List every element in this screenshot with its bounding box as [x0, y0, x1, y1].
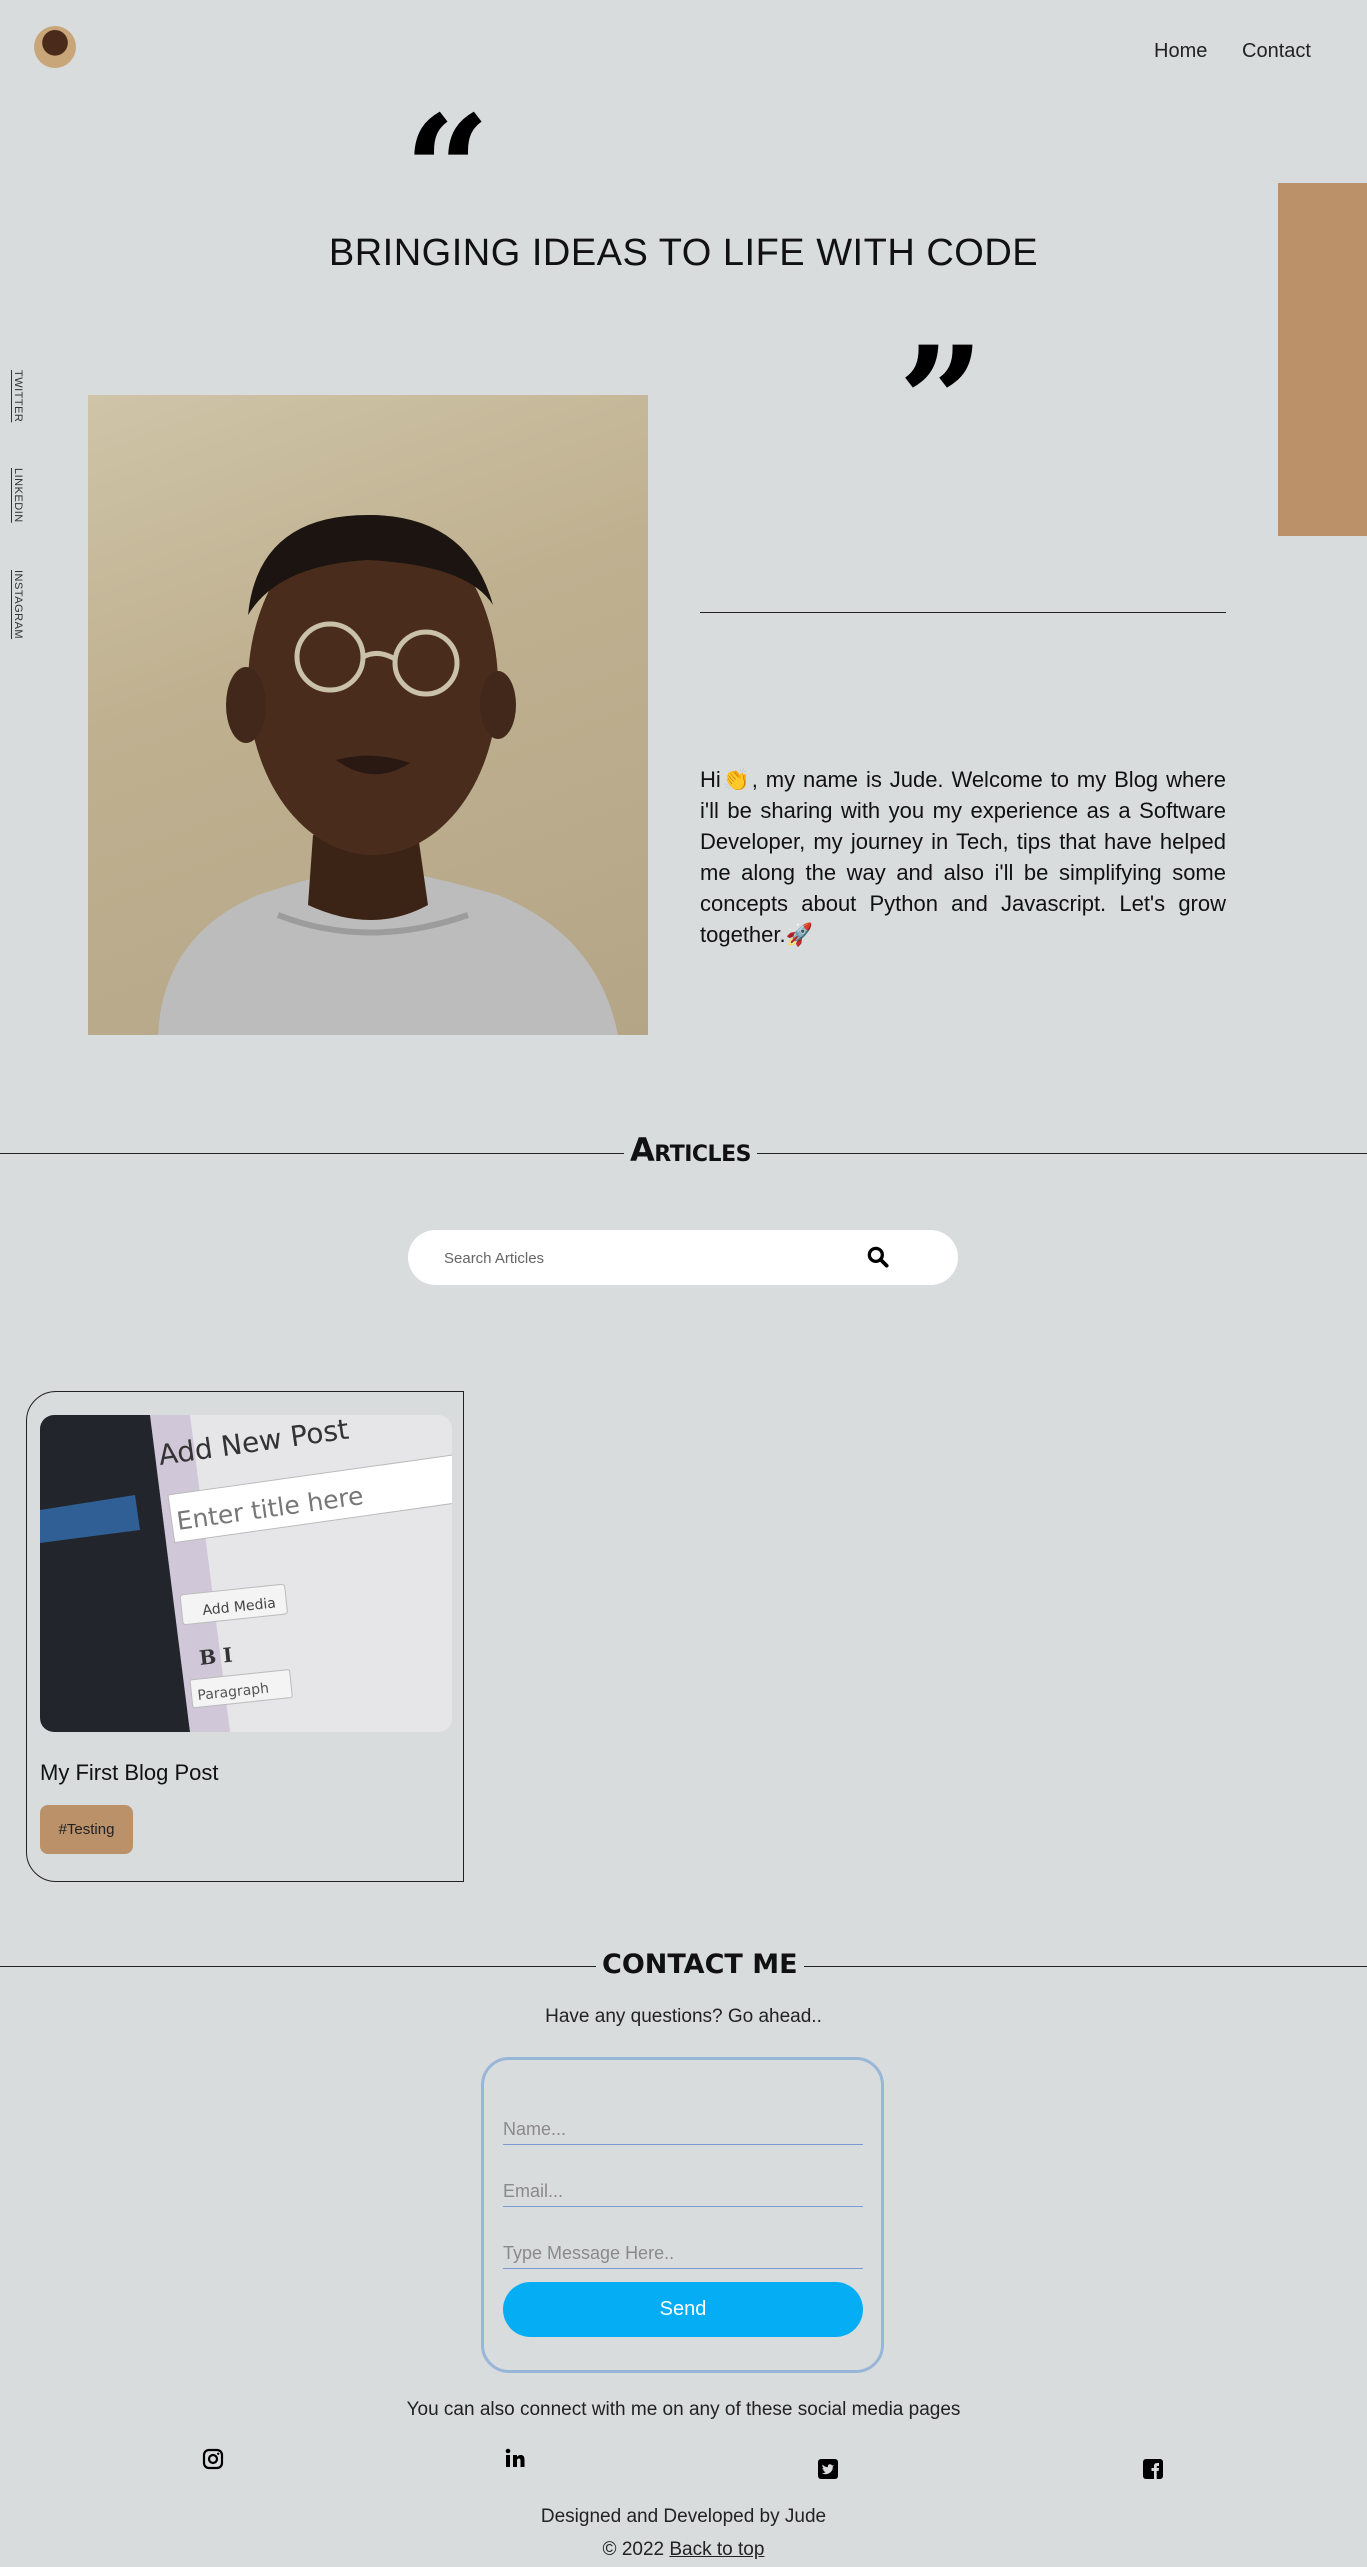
- hero-photo: [88, 395, 648, 1035]
- nav-home-link[interactable]: Home: [1154, 40, 1207, 63]
- close-quote-icon: ”: [898, 314, 985, 490]
- accent-block: [1278, 183, 1367, 536]
- contact-form: Send: [481, 2057, 884, 2373]
- message-field[interactable]: [503, 2238, 863, 2269]
- search-input[interactable]: [442, 1244, 846, 1272]
- side-link-linkedin[interactable]: LINKEDIN: [12, 468, 24, 523]
- articles-title: Articles: [624, 1131, 757, 1169]
- twitter-icon[interactable]: [816, 2457, 840, 2481]
- svg-text:B I: B I: [198, 1643, 234, 1670]
- side-link-twitter[interactable]: TWITTER: [12, 370, 24, 422]
- open-quote-icon: “: [404, 83, 491, 259]
- search-bar: [408, 1230, 958, 1285]
- email-field[interactable]: [503, 2176, 863, 2207]
- send-button[interactable]: Send: [503, 2282, 863, 2337]
- hero-title: BRINGING IDEAS TO LIFE WITH CODE: [328, 232, 1039, 274]
- portrait-illustration: [158, 515, 618, 1035]
- contact-subtitle: Have any questions? Go ahead..: [545, 2006, 822, 2027]
- article-thumbnail[interactable]: Add New Post Enter title here Add Media …: [40, 1415, 452, 1732]
- contact-title: CONTACT ME: [596, 1949, 804, 1980]
- linkedin-icon[interactable]: [503, 2446, 527, 2470]
- back-to-top-link[interactable]: Back to top: [669, 2539, 764, 2560]
- nav-contact-link[interactable]: Contact: [1242, 40, 1311, 63]
- avatar[interactable]: [34, 26, 76, 68]
- article-card[interactable]: Add New Post Enter title here Add Media …: [26, 1391, 464, 1882]
- editor-screenshot-image: Add New Post Enter title here Add Media …: [40, 1415, 452, 1732]
- footer-copyright: © 2022 Back to top: [0, 2539, 1367, 2561]
- article-tag[interactable]: #Testing: [40, 1805, 133, 1854]
- hero-intro-text: Hi👏, my name is Jude. Welcome to my Blog…: [700, 767, 1226, 947]
- side-link-instagram[interactable]: INSTAGRAM: [12, 570, 24, 639]
- instagram-icon[interactable]: [201, 2447, 225, 2471]
- article-title[interactable]: My First Blog Post: [40, 1760, 218, 1786]
- facebook-icon[interactable]: [1141, 2457, 1165, 2481]
- social-text: You can also connect with me on any of t…: [406, 2399, 961, 2420]
- footer-credit: Designed and Developed by Jude: [540, 2506, 827, 2527]
- name-field[interactable]: [503, 2114, 863, 2145]
- hero-divider: [700, 612, 1226, 613]
- search-icon[interactable]: [865, 1244, 891, 1270]
- copyright-text: © 2022: [602, 2539, 665, 2560]
